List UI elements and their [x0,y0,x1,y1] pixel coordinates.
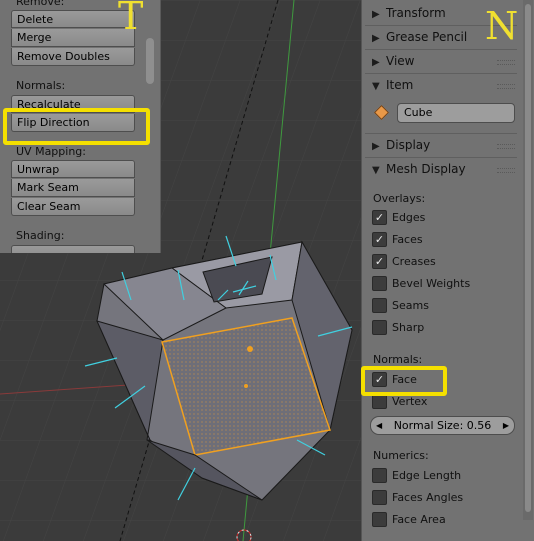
remove-doubles-button[interactable]: Remove Doubles [11,48,135,66]
creases-checkbox[interactable]: ✓ Creases [372,253,436,271]
properties-panel[interactable]: ▶ Transform ▶ Grease Pencil ▶ View ▼ Item Cu… [361,0,534,541]
unwrap-button[interactable]: Unwrap [11,160,135,178]
faces-checkbox[interactable]: ✓ Faces [372,231,423,249]
checkmark-icon: ✓ [372,231,387,247]
uv-mapping-heading: UV Mapping: [16,145,86,158]
mesh-data-icon [374,105,389,120]
checkmark-icon: ✓ [372,209,387,225]
bevel-weights-checkbox[interactable]: Bevel Weights [372,275,470,293]
remove-heading: Remove: [16,0,65,8]
mark-seam-button[interactable]: Mark Seam [11,179,135,197]
panel-item[interactable]: ▼ Item [363,74,519,96]
tool-shelf-key-annotation: T [118,0,144,38]
shading-heading: Shading: [16,229,65,242]
properties-key-annotation: N [485,4,519,48]
normals-display-heading: Normals: [373,353,423,366]
decrement-arrow-icon[interactable]: ◀ [376,417,382,434]
panel-grip-icon[interactable] [497,60,515,65]
normal-size-field[interactable]: ◀ Normal Size: 0.56 ▶ [370,416,515,435]
normals-heading: Normals: [16,79,66,92]
smooth-button[interactable] [11,245,135,253]
panel-mesh-display[interactable]: ▼ Mesh Display [363,158,519,180]
panel-view[interactable]: ▶ View [363,50,519,72]
clear-seam-button[interactable]: Clear Seam [11,198,135,216]
sharp-checkbox[interactable]: Sharp [372,319,424,337]
panel-grip-icon[interactable] [497,144,515,149]
properties-scrollbar-thumb[interactable] [525,4,531,512]
object-name-field[interactable]: Cube [397,103,515,123]
faces-angles-checkbox[interactable]: Faces Angles [372,489,463,507]
merge-button[interactable]: Merge [11,29,135,47]
flip-direction-highlight [3,108,150,145]
edges-checkbox[interactable]: ✓ Edges [372,209,425,227]
increment-arrow-icon[interactable]: ▶ [503,417,509,434]
collapsed-arrow-icon: ▶ [372,33,380,44]
expanded-arrow-icon: ▼ [372,165,380,176]
face-area-checkbox[interactable]: Face Area [372,511,446,529]
panel-grip-icon[interactable] [497,168,515,173]
tool-shelf-scrollbar[interactable] [146,38,154,84]
collapsed-arrow-icon: ▶ [372,57,380,68]
edge-length-checkbox[interactable]: Edge Length [372,467,461,485]
panel-display[interactable]: ▶ Display [363,134,519,156]
collapsed-arrow-icon: ▶ [372,141,380,152]
expanded-arrow-icon: ▼ [372,81,380,92]
numerics-heading: Numerics: [373,449,429,462]
overlays-heading: Overlays: [373,192,426,205]
seams-checkbox[interactable]: Seams [372,297,429,315]
face-normals-highlight [361,366,447,396]
checkmark-icon: ✓ [372,253,387,269]
collapsed-arrow-icon: ▶ [372,9,380,20]
delete-button[interactable]: Delete [11,10,135,28]
panel-grip-icon[interactable] [497,84,515,89]
